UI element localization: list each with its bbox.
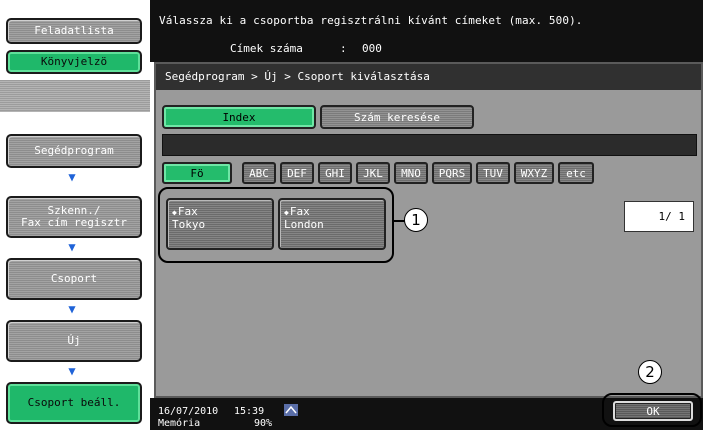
address-count-separator: : xyxy=(340,42,347,55)
tab-index[interactable]: Index xyxy=(162,105,316,129)
tab-number-search[interactable]: Szám keresése xyxy=(320,105,474,129)
index-key-ghi[interactable]: GHI xyxy=(318,162,352,184)
address-count-label: Címek száma xyxy=(230,42,303,55)
index-key-def[interactable]: DEF xyxy=(280,162,314,184)
step-utility-button[interactable]: Segédprogram xyxy=(6,134,142,168)
network-icon xyxy=(284,404,298,416)
destinations-highlight xyxy=(158,187,394,263)
index-key-tuv[interactable]: TUV xyxy=(476,162,510,184)
arrow-down-icon: ▼ xyxy=(68,170,76,184)
arrow-down-icon: ▼ xyxy=(68,302,76,316)
sidebar-divider xyxy=(0,80,150,112)
breadcrumb-bar: Segédprogram > Új > Csoport kiválasztása xyxy=(156,64,701,90)
index-key-main[interactable]: Fö xyxy=(162,162,232,184)
index-key-mno[interactable]: MNO xyxy=(394,162,428,184)
callout-2: 2 xyxy=(638,360,662,384)
memory-value: 90% xyxy=(254,418,273,429)
instruction-message: Válassza ki a csoportba regisztrálni kív… xyxy=(159,14,583,27)
search-display-field xyxy=(162,134,697,156)
memory-label: Memória xyxy=(158,418,201,429)
ok-button[interactable]: OK xyxy=(613,401,693,421)
index-key-pqrs[interactable]: PQRS xyxy=(432,162,472,184)
index-key-wxyz[interactable]: WXYZ xyxy=(514,162,554,184)
status-date: 16/07/2010 xyxy=(158,406,219,417)
sidebar: Feladatlista Könyvjelzö Segédprogram ▼ S… xyxy=(0,0,150,430)
step-new-button[interactable]: Új xyxy=(6,320,142,362)
breadcrumb: Segédprogram > Új > Csoport kiválasztása xyxy=(165,70,430,83)
callout-1: 1 xyxy=(404,208,428,232)
index-key-abc[interactable]: ABC xyxy=(242,162,276,184)
step-group-button[interactable]: Csoport xyxy=(6,258,142,300)
step-scan-fax-register-button[interactable]: Szkenn./ Fax cím regisztr xyxy=(6,196,142,238)
address-count-value: 000 xyxy=(362,42,382,55)
step-group-settings-button[interactable]: Csoport beáll. xyxy=(6,382,142,424)
bookmark-button[interactable]: Könyvjelzö xyxy=(6,50,142,74)
task-list-button[interactable]: Feladatlista xyxy=(6,18,142,44)
header-bar: Válassza ki a csoportba regisztrálni kív… xyxy=(150,0,703,62)
index-key-jkl[interactable]: JKL xyxy=(356,162,390,184)
index-key-etc[interactable]: etc xyxy=(558,162,594,184)
arrow-down-icon: ▼ xyxy=(68,364,76,378)
page-indicator: 1/ 1 xyxy=(624,201,694,232)
status-time: 15:39 xyxy=(234,406,265,417)
arrow-down-icon: ▼ xyxy=(68,240,76,254)
